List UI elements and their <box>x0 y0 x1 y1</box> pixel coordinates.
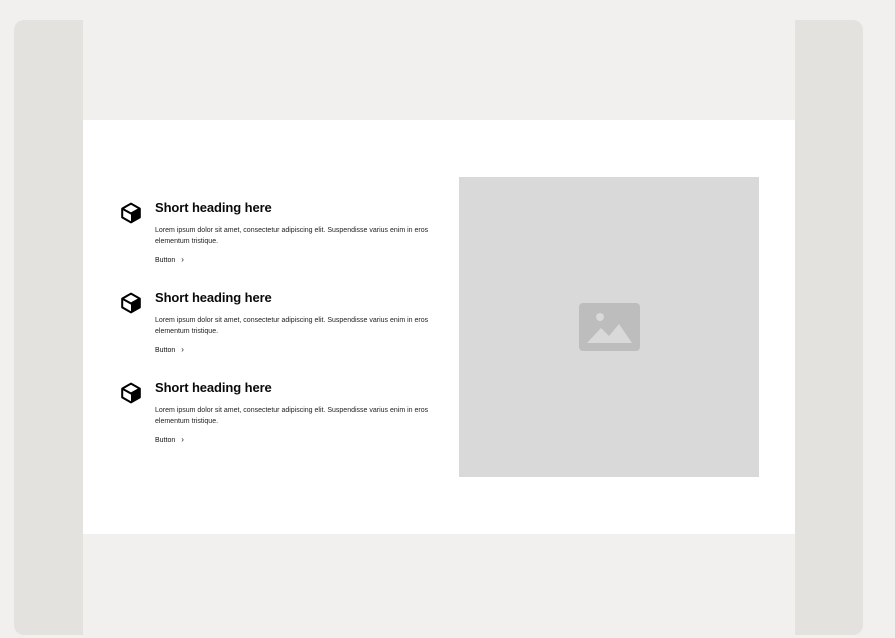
cube-icon <box>120 202 142 224</box>
feature-description: Lorem ipsum dolor sit amet, consectetur … <box>155 407 429 425</box>
image-placeholder <box>459 177 759 477</box>
feature-button[interactable]: Button › <box>155 436 184 444</box>
feature-button[interactable]: Button › <box>155 346 184 354</box>
feature-description: Lorem ipsum dolor sit amet, consectetur … <box>155 317 429 335</box>
page-canvas: Short heading here Lorem ipsum dolor sit… <box>83 20 795 635</box>
image-placeholder-icon <box>579 303 640 351</box>
chevron-right-icon: › <box>181 255 184 264</box>
feature-section: Short heading here Lorem ipsum dolor sit… <box>83 120 795 534</box>
feature-content: Short heading here Lorem ipsum dolor sit… <box>155 200 445 267</box>
feature-heading: Short heading here <box>155 200 272 215</box>
feature-description: Lorem ipsum dolor sit amet, consectetur … <box>155 227 429 245</box>
cube-icon <box>120 382 142 404</box>
feature-content: Short heading here Lorem ipsum dolor sit… <box>155 290 445 357</box>
feature-content: Short heading here Lorem ipsum dolor sit… <box>155 380 445 447</box>
feature-heading: Short heading here <box>155 380 272 395</box>
feature-button-label: Button <box>155 436 176 444</box>
feature-button-label: Button <box>155 346 176 354</box>
feature-button[interactable]: Button › <box>155 256 184 264</box>
feature-heading: Short heading here <box>155 290 272 305</box>
cube-icon <box>120 292 142 314</box>
design-frame: Short heading here Lorem ipsum dolor sit… <box>14 20 863 635</box>
chevron-right-icon: › <box>181 435 184 444</box>
chevron-right-icon: › <box>181 345 184 354</box>
feature-button-label: Button <box>155 256 176 264</box>
